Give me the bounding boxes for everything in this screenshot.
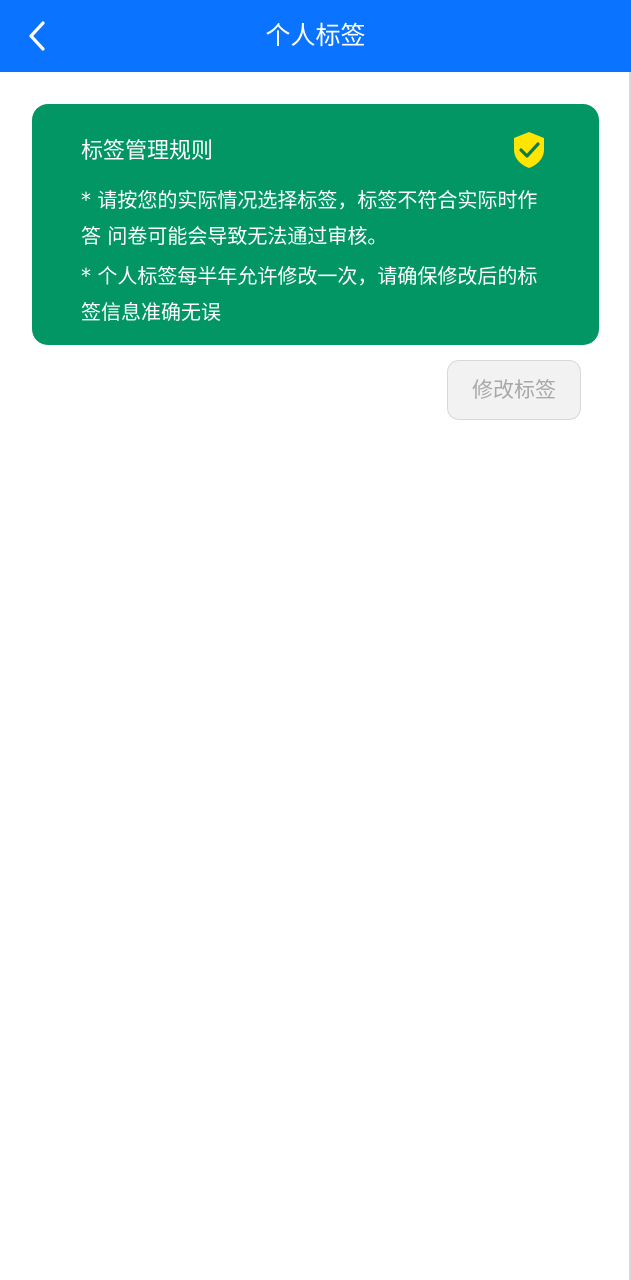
page-title: 个人标签 <box>265 21 366 50</box>
shield-check-icon <box>514 132 544 168</box>
top-nav-bar: 个人标签 <box>0 0 631 72</box>
tag-rules-card: 标签管理规则 * 请按您的实际情况选择标签，标签不符合实际时作答 问卷可能会导致… <box>32 104 599 345</box>
rule-item-1: * 请按您的实际情况选择标签，标签不符合实际时作答 问卷可能会导致无法通过审核。 <box>81 188 538 248</box>
rule-item-2: * 个人标签每半年允许修改一次，请确保修改后的标签信息准确无误 <box>81 264 538 324</box>
edit-tags-button[interactable]: 修改标签 <box>447 360 581 420</box>
rules-title: 标签管理规则 <box>81 139 214 164</box>
